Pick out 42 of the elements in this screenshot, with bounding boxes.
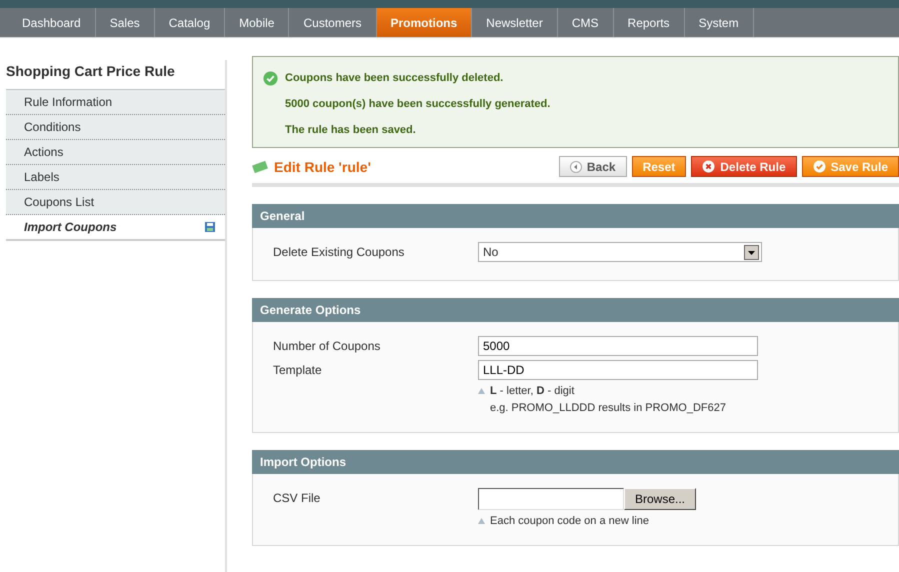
field-label: Delete Existing Coupons xyxy=(273,244,406,261)
sidebar-item[interactable]: Labels xyxy=(6,165,225,190)
browse-button[interactable]: Browse... xyxy=(624,488,696,510)
nav-tab[interactable]: Newsletter xyxy=(472,8,558,37)
nav-tab[interactable]: System xyxy=(684,8,754,37)
nav-tab[interactable]: CMS xyxy=(558,8,614,37)
section-header: General xyxy=(252,204,899,228)
field-label: CSV File xyxy=(273,490,322,507)
money-icon xyxy=(252,160,268,172)
sidebar-item[interactable]: Coupons List xyxy=(6,190,225,215)
file-field[interactable] xyxy=(478,488,624,510)
nav-tab[interactable]: Catalog xyxy=(154,8,226,37)
sidebar-item[interactable]: Rule Information xyxy=(6,90,225,115)
page-title: Edit Rule 'rule' xyxy=(274,158,371,174)
check-icon xyxy=(812,160,826,173)
text-field[interactable]: LLL-DD xyxy=(478,360,758,380)
triangle-icon xyxy=(478,388,485,394)
sidebar-item[interactable]: Actions xyxy=(6,140,225,165)
nav-tab[interactable]: Reports xyxy=(614,8,685,37)
nav-tab[interactable]: Mobile xyxy=(225,8,290,37)
success-message: 5000 coupon(s) have been successfully generated. xyxy=(285,98,550,110)
nav-tab[interactable]: Promotions xyxy=(376,8,472,37)
field-note: L - letter, D - digit xyxy=(490,385,574,397)
check-icon xyxy=(263,70,278,86)
section-header: Import Options xyxy=(252,450,899,474)
back-button[interactable]: Back xyxy=(558,156,627,177)
success-message: The rule has been saved. xyxy=(285,124,416,136)
success-message: Coupons have been successfully deleted. xyxy=(285,72,504,84)
triangle-icon xyxy=(478,518,485,524)
delete-icon xyxy=(702,160,716,173)
save-icon xyxy=(205,222,215,232)
nav-tab[interactable]: Dashboard xyxy=(8,8,96,37)
section-header: Generate Options xyxy=(252,298,899,322)
select-field[interactable]: No xyxy=(478,242,762,262)
field-note: Each coupon code on a new line xyxy=(490,515,650,527)
field-note: e.g. PROMO_LLDDD results in PROMO_DF627 xyxy=(490,402,726,414)
text-field[interactable]: 5000 xyxy=(478,336,758,356)
sidebar-item[interactable]: Conditions xyxy=(6,115,225,140)
delete-button[interactable]: Delete Rule xyxy=(691,156,797,177)
nav-tab[interactable]: Sales xyxy=(96,8,155,37)
field-label: Template xyxy=(273,362,323,379)
field-label: Number of Coupons xyxy=(273,338,382,355)
